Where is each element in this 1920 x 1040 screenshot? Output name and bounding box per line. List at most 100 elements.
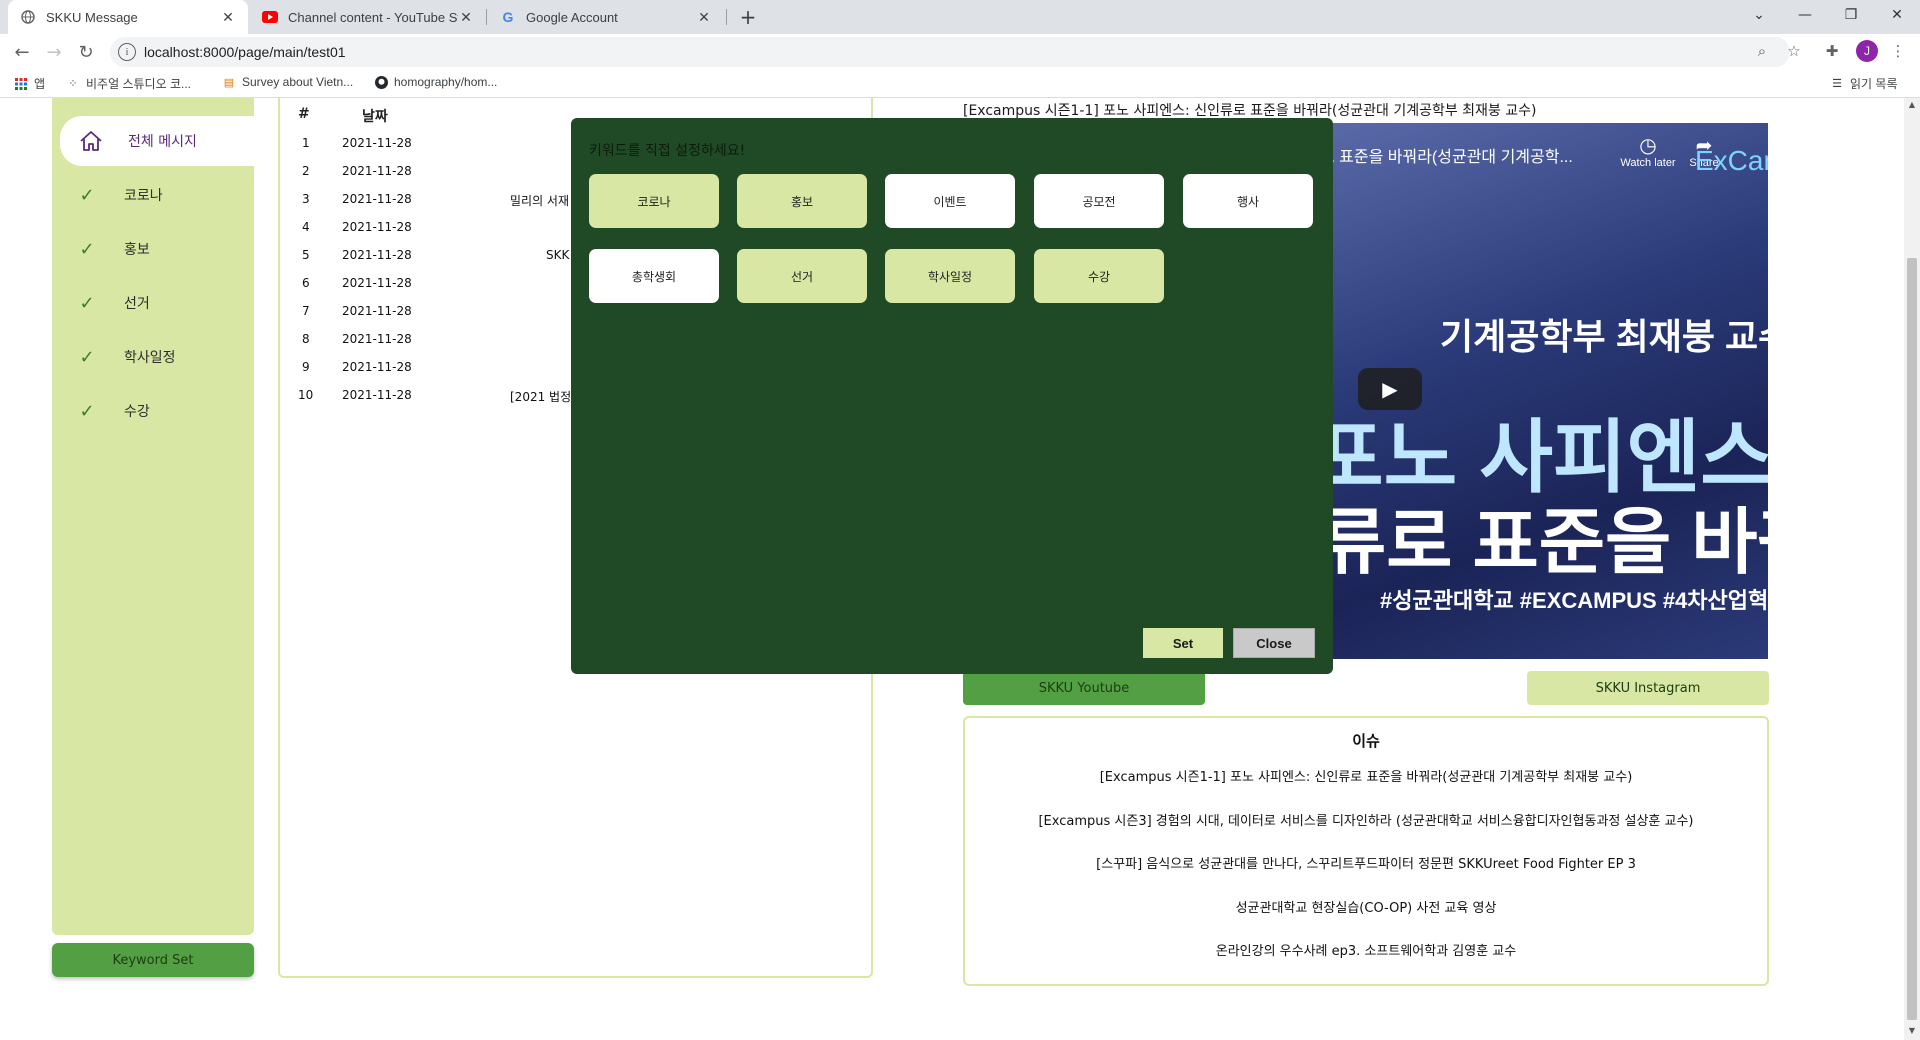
sidebar-item-election[interactable]: ✓ 선거 xyxy=(52,278,254,328)
check-icon: ✓ xyxy=(79,346,95,368)
sidebar-item-corona[interactable]: ✓ 코로나 xyxy=(52,170,254,220)
scroll-down-icon[interactable]: ▼ xyxy=(1907,1026,1917,1038)
video-text-line: 류로 표준을 바꿔라 xyxy=(1330,503,1768,583)
video-overlay-title: 로 표준을 바꿔라(성균관대 기계공학... xyxy=(1330,149,1573,166)
new-tab-button[interactable]: + xyxy=(736,5,760,29)
keyword-chip-event[interactable]: 이벤트 xyxy=(885,174,1015,228)
menu-icon[interactable]: ⋮ xyxy=(1888,41,1908,61)
issue-link[interactable]: [Excampus 시즌3] 경험의 시대, 데이터로 서비스를 디자인하라 (… xyxy=(965,810,1767,829)
sidebar-item-promotion[interactable]: ✓ 홍보 xyxy=(52,224,254,274)
globe-icon xyxy=(20,9,36,25)
scroll-up-icon[interactable]: ▲ xyxy=(1907,100,1917,112)
clock-icon: ◷ xyxy=(1639,135,1657,157)
browser-tab-bar: SKKU Message ✕ Channel content - YouTube… xyxy=(0,0,1920,34)
maximize-button[interactable]: ❐ xyxy=(1828,0,1874,30)
row-date: 2021-11-28 xyxy=(342,360,412,374)
keyword-chip-election[interactable]: 선거 xyxy=(737,249,867,303)
video-heading: [Excampus 시즌1-1] 포노 사피엔스: 신인류로 표준을 바꿔라(성… xyxy=(963,103,1537,119)
close-icon[interactable]: ✕ xyxy=(220,9,236,25)
row-num: 2 xyxy=(302,164,310,178)
back-arrow-icon[interactable]: ← xyxy=(8,38,36,66)
keyword-chip-student-council[interactable]: 총학생회 xyxy=(589,249,719,303)
keyword-chip-academic-schedule[interactable]: 학사일정 xyxy=(885,249,1015,303)
row-num: 5 xyxy=(302,248,310,262)
modal-title: 키워드를 직접 설정하세요! xyxy=(589,143,746,159)
tab-skku-message[interactable]: SKKU Message ✕ xyxy=(8,0,248,34)
close-icon[interactable]: ✕ xyxy=(458,9,474,25)
avatar[interactable]: J xyxy=(1856,40,1878,62)
close-icon[interactable]: ✕ xyxy=(696,9,712,25)
keyword-chip-corona[interactable]: 코로나 xyxy=(589,174,719,228)
issue-link[interactable]: 성균관대학교 현장실습(CO-OP) 사전 교육 영상 xyxy=(965,897,1767,916)
row-date: 2021-11-28 xyxy=(342,136,412,150)
row-num: 10 xyxy=(298,388,314,402)
zoom-icon[interactable]: ⌕ xyxy=(1752,41,1772,61)
bookmarks-bar: 앱 ⁘ 비주얼 스튜디오 코... ▤ Survey about Vietn..… xyxy=(0,70,1920,98)
sidebar-item-all-messages[interactable]: 전체 메시지 xyxy=(60,116,254,166)
check-icon: ✓ xyxy=(79,292,95,314)
skku-youtube-button[interactable]: SKKU Youtube xyxy=(963,671,1205,705)
minimize-button[interactable]: — xyxy=(1782,0,1828,30)
forward-arrow-icon[interactable]: → xyxy=(40,38,68,66)
video-text-line: #성균관대학교 #EXCAMPUS #4차산업혁 xyxy=(1380,588,1768,613)
row-date: 2021-11-28 xyxy=(342,220,412,234)
browser-toolbar: ← → ↻ i localhost:8000/page/main/test01 … xyxy=(0,34,1920,70)
tab-google-account[interactable]: G Google Account ✕ xyxy=(488,0,724,34)
play-icon[interactable]: ▶ xyxy=(1358,368,1422,410)
star-icon[interactable]: ☆ xyxy=(1784,41,1804,61)
tab-youtube-studio[interactable]: Channel content - YouTube Stu ✕ xyxy=(250,0,486,34)
watch-later-label: Watch later xyxy=(1620,157,1676,169)
sidebar-item-label: 코로나 xyxy=(124,188,163,204)
sidebar-item-academic-schedule[interactable]: ✓ 학사일정 xyxy=(52,332,254,382)
keyword-chip-contest[interactable]: 공모전 xyxy=(1034,174,1164,228)
reading-list-icon: ☰ xyxy=(1832,78,1842,90)
row-num: 1 xyxy=(302,136,310,150)
keyword-chip-course[interactable]: 수강 xyxy=(1034,249,1164,303)
issue-link[interactable]: [스꾸파] 음식으로 성균관대를 만나다, 스꾸리트푸드파이터 정문편 SKKU… xyxy=(965,853,1767,872)
row-num: 3 xyxy=(302,192,310,206)
close-button[interactable]: Close xyxy=(1233,628,1315,658)
tab-separator xyxy=(486,9,487,25)
page-content: 전체 메시지 ✓ 코로나 ✓ 홍보 ✓ 선거 ✓ 학사일정 ✓ 수강 Keywo… xyxy=(0,98,1904,1040)
scrollbar-thumb[interactable] xyxy=(1907,258,1917,1020)
tab-title: SKKU Message xyxy=(46,9,138,25)
keyword-chip-festival[interactable]: 행사 xyxy=(1183,174,1313,228)
close-window-button[interactable]: ✕ xyxy=(1874,0,1920,30)
reload-icon[interactable]: ↻ xyxy=(72,38,100,66)
youtube-video-embed[interactable]: 로 표준을 바꿔라(성균관대 기계공학... ◷ Watch later ➦ S… xyxy=(1330,123,1768,659)
issue-link[interactable]: 온라인강의 우수사례 ep3. 소프트웨어학과 김영훈 교수 xyxy=(965,940,1767,959)
column-header-date: 날짜 xyxy=(362,109,388,125)
bookmark-apps[interactable]: 앱 xyxy=(14,75,45,92)
reading-list[interactable]: ☰ 읽기 목록 xyxy=(1830,75,1898,92)
sidebar-item-label: 선거 xyxy=(124,296,150,312)
reading-list-label: 읽기 목록 xyxy=(1850,77,1898,91)
bookmark-label: Survey about Vietn... xyxy=(242,75,354,89)
row-date: 2021-11-28 xyxy=(342,388,412,402)
row-title: [2021 법정 xyxy=(510,390,572,404)
address-bar[interactable]: i localhost:8000/page/main/test01 xyxy=(110,37,1790,67)
survey-icon: ▤ xyxy=(223,76,235,89)
issue-panel: 이슈 [Excampus 시즌1-1] 포노 사피엔스: 신인류로 표준을 바꿔… xyxy=(963,716,1769,986)
skku-instagram-button[interactable]: SKKU Instagram xyxy=(1527,671,1769,705)
page-scrollbar[interactable]: ▲ ▼ xyxy=(1904,98,1920,1040)
dots-icon: ⁘ xyxy=(68,78,78,90)
bookmark-vscode[interactable]: ⁘ 비주얼 스튜디오 코... xyxy=(66,75,191,92)
tab-search-icon[interactable]: ⌄ xyxy=(1736,0,1782,30)
extensions-icon[interactable]: ✚ xyxy=(1822,41,1842,61)
info-icon[interactable]: i xyxy=(118,43,136,61)
keyword-set-button[interactable]: Keyword Set xyxy=(52,943,254,977)
sidebar-item-course[interactable]: ✓ 수강 xyxy=(52,386,254,436)
github-icon xyxy=(374,75,388,89)
tab-title: Channel content - YouTube Stu xyxy=(288,9,458,25)
bookmark-homography[interactable]: homography/hom... xyxy=(374,75,497,89)
keyword-chip-promotion[interactable]: 홍보 xyxy=(737,174,867,228)
set-button[interactable]: Set xyxy=(1143,628,1223,658)
tab-title: Google Account xyxy=(526,9,618,25)
row-num: 8 xyxy=(302,332,310,346)
sidebar-item-label: 수강 xyxy=(124,404,150,420)
watch-later-button[interactable]: ◷ Watch later xyxy=(1620,135,1676,169)
sidebar-item-label: 홍보 xyxy=(124,242,150,258)
issue-title: 이슈 xyxy=(1352,732,1380,750)
issue-link[interactable]: [Excampus 시즌1-1] 포노 사피엔스: 신인류로 표준을 바꿔라(성… xyxy=(965,766,1767,785)
bookmark-survey[interactable]: ▤ Survey about Vietn... xyxy=(222,75,353,89)
